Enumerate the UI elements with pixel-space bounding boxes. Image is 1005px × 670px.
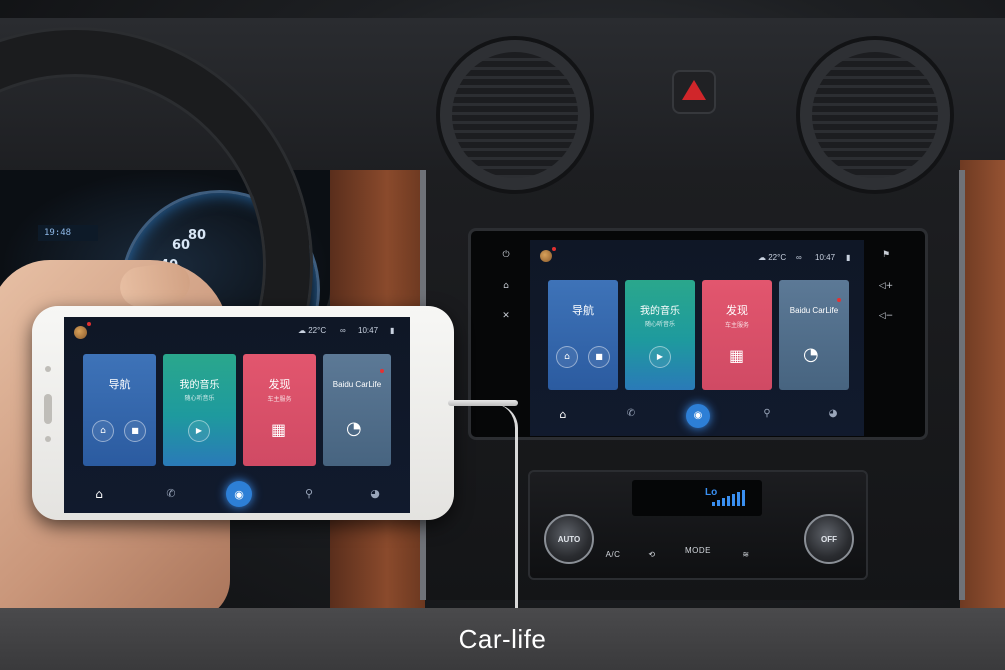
tile-discover[interactable]: 发现 车主服务 ▦ [702,280,772,390]
ac-button[interactable]: A/C [598,546,628,564]
phone-dock-home-icon[interactable]: ⌂ [92,487,106,501]
play-icon: ▶ [656,352,664,361]
mute-icon[interactable]: ✕ [496,311,516,321]
phone-tile-navigation[interactable]: 导航 ⌂ ■ [83,354,156,466]
tile-navigation-title: 导航 [572,305,594,317]
user-avatar[interactable] [540,250,552,262]
clock: 10:47 [815,253,836,262]
carlife-logo-icon: ◔ [803,344,819,365]
phone-tile-music-title: 我的音乐 [179,380,220,391]
battery-icon: ▮ [846,253,851,262]
air-vent-right [800,40,950,190]
usb-cable-lead [494,404,518,614]
defrost-icon[interactable]: ≋ [734,546,758,564]
music-play-button[interactable]: ▶ [649,346,671,368]
phone-battery-icon: ▮ [390,326,395,335]
phone-tile-my-music[interactable]: 我的音乐 随心听音乐 ▶ [163,354,236,466]
phone-notification-dot [87,322,91,326]
nav-home-button[interactable]: ⌂ [556,346,578,368]
grid-icon: ▦ [271,420,287,439]
photo-stage: 20 40 60 80 19:48 ⏻ ⌂ ✕ ⚑ ◁+ ◁− ☁ 22°C ∞… [0,0,1005,670]
briefcase-icon: ■ [595,352,603,361]
carlife-badge-dot [837,298,841,302]
fan-level-bars [712,490,745,506]
home-icon[interactable]: ⌂ [496,281,516,291]
dock-music-disc-icon[interactable]: ◕ [826,408,840,419]
auto-knob[interactable]: AUTO [544,514,594,564]
car-carlife-screen: ☁ 22°C ∞ 10:47 ▮ 导航 ⌂ ■ 我的音乐 随心听音乐 ▶ 发现 … [530,240,864,436]
phone-tile-discover-subtitle: 车主服务 [267,397,292,403]
play-icon: ▶ [195,426,203,435]
phone-dock-phone-icon[interactable]: ✆ [164,487,178,500]
phone-nav-home-button[interactable]: ⌂ [92,420,114,442]
phone-clock: 10:47 [358,326,379,335]
voice-icon[interactable]: ⚑ [876,250,896,260]
power-icon[interactable]: ⏻ [496,250,516,260]
phone-tile-discover[interactable]: 发现 车主服务 ▦ [243,354,316,466]
hazard-icon [682,80,706,100]
recirculation-icon[interactable]: ⟲ [640,546,664,564]
grid-icon: ▦ [729,346,745,365]
volume-up-icon[interactable]: ◁+ [876,281,896,291]
mode-button[interactable]: MODE [680,542,716,560]
tile-discover-subtitle: 车主服务 [724,323,749,329]
weather-status: ☁ 22°C [758,253,787,262]
notification-dot [552,247,556,251]
link-icon: ∞ [796,253,802,262]
voice-assistant-icon: ◉ [234,487,244,501]
dock-phone-icon[interactable]: ✆ [624,408,638,419]
phone-tile-discover-title: 发现 [268,379,291,391]
phone-music-play-button[interactable]: ▶ [188,420,210,442]
dock-location-icon[interactable]: ⚲ [760,408,774,419]
tile-navigation[interactable]: 导航 ⌂ ■ [548,280,618,390]
dock-voice-assistant-button[interactable]: ◉ [686,404,710,428]
home-icon: ⌂ [100,425,106,436]
voice-assistant-icon: ◉ [693,410,703,421]
caption-title: Car-life [458,623,547,654]
carlife-logo-icon: ◔ [346,418,362,439]
phone-speaker [44,394,52,424]
phone-tile-baidu-carlife[interactable]: Baidu CarLife ◔ [323,354,391,466]
leather-trim-right [960,160,1005,610]
phone-link-icon: ∞ [340,326,346,335]
caption-bar: Car-life [0,608,1005,670]
briefcase-icon: ■ [131,426,139,435]
tile-discover-title: 发现 [726,305,748,317]
phone-weather-text: 22°C [308,326,327,335]
phone-sensor [45,366,51,372]
dock-home-icon[interactable]: ⌂ [556,408,570,421]
weather-text: 22°C [768,253,787,262]
volume-down-icon[interactable]: ◁− [876,311,896,321]
phone-carlife-badge-dot [380,369,384,373]
phone-user-avatar[interactable] [74,326,87,339]
usb-cable [448,400,518,406]
phone-tile-carlife-title: Baidu CarLife [332,380,382,389]
phone-dock-music-disc-icon[interactable]: ◕ [368,487,382,500]
phone-carlife-screen: ☁ 22°C ∞ 10:47 ▮ 导航 ⌂ ■ 我的音乐 随心听音乐 ▶ 发现 … [64,317,410,513]
phone-tile-navigation-title: 导航 [108,379,131,391]
tile-baidu-carlife[interactable]: Baidu CarLife ◔ [779,280,849,390]
tile-music-title: 我的音乐 [640,306,680,317]
off-knob[interactable]: OFF [804,514,854,564]
nav-work-button[interactable]: ■ [588,346,610,368]
phone-weather-status: ☁ 22°C [298,326,327,335]
phone-camera [45,436,51,442]
phone-dock-location-icon[interactable]: ⚲ [302,487,316,500]
air-vent-left [440,40,590,190]
home-icon: ⌂ [564,351,570,362]
tile-music-subtitle: 随心听音乐 [644,322,675,328]
tile-carlife-title: Baidu CarLife [789,306,839,315]
tile-my-music[interactable]: 我的音乐 随心听音乐 ▶ [625,280,695,390]
phone-dock-voice-assistant-button[interactable]: ◉ [226,481,252,507]
phone-tile-music-subtitle: 随心听音乐 [184,396,215,402]
phone-nav-work-button[interactable]: ■ [124,420,146,442]
